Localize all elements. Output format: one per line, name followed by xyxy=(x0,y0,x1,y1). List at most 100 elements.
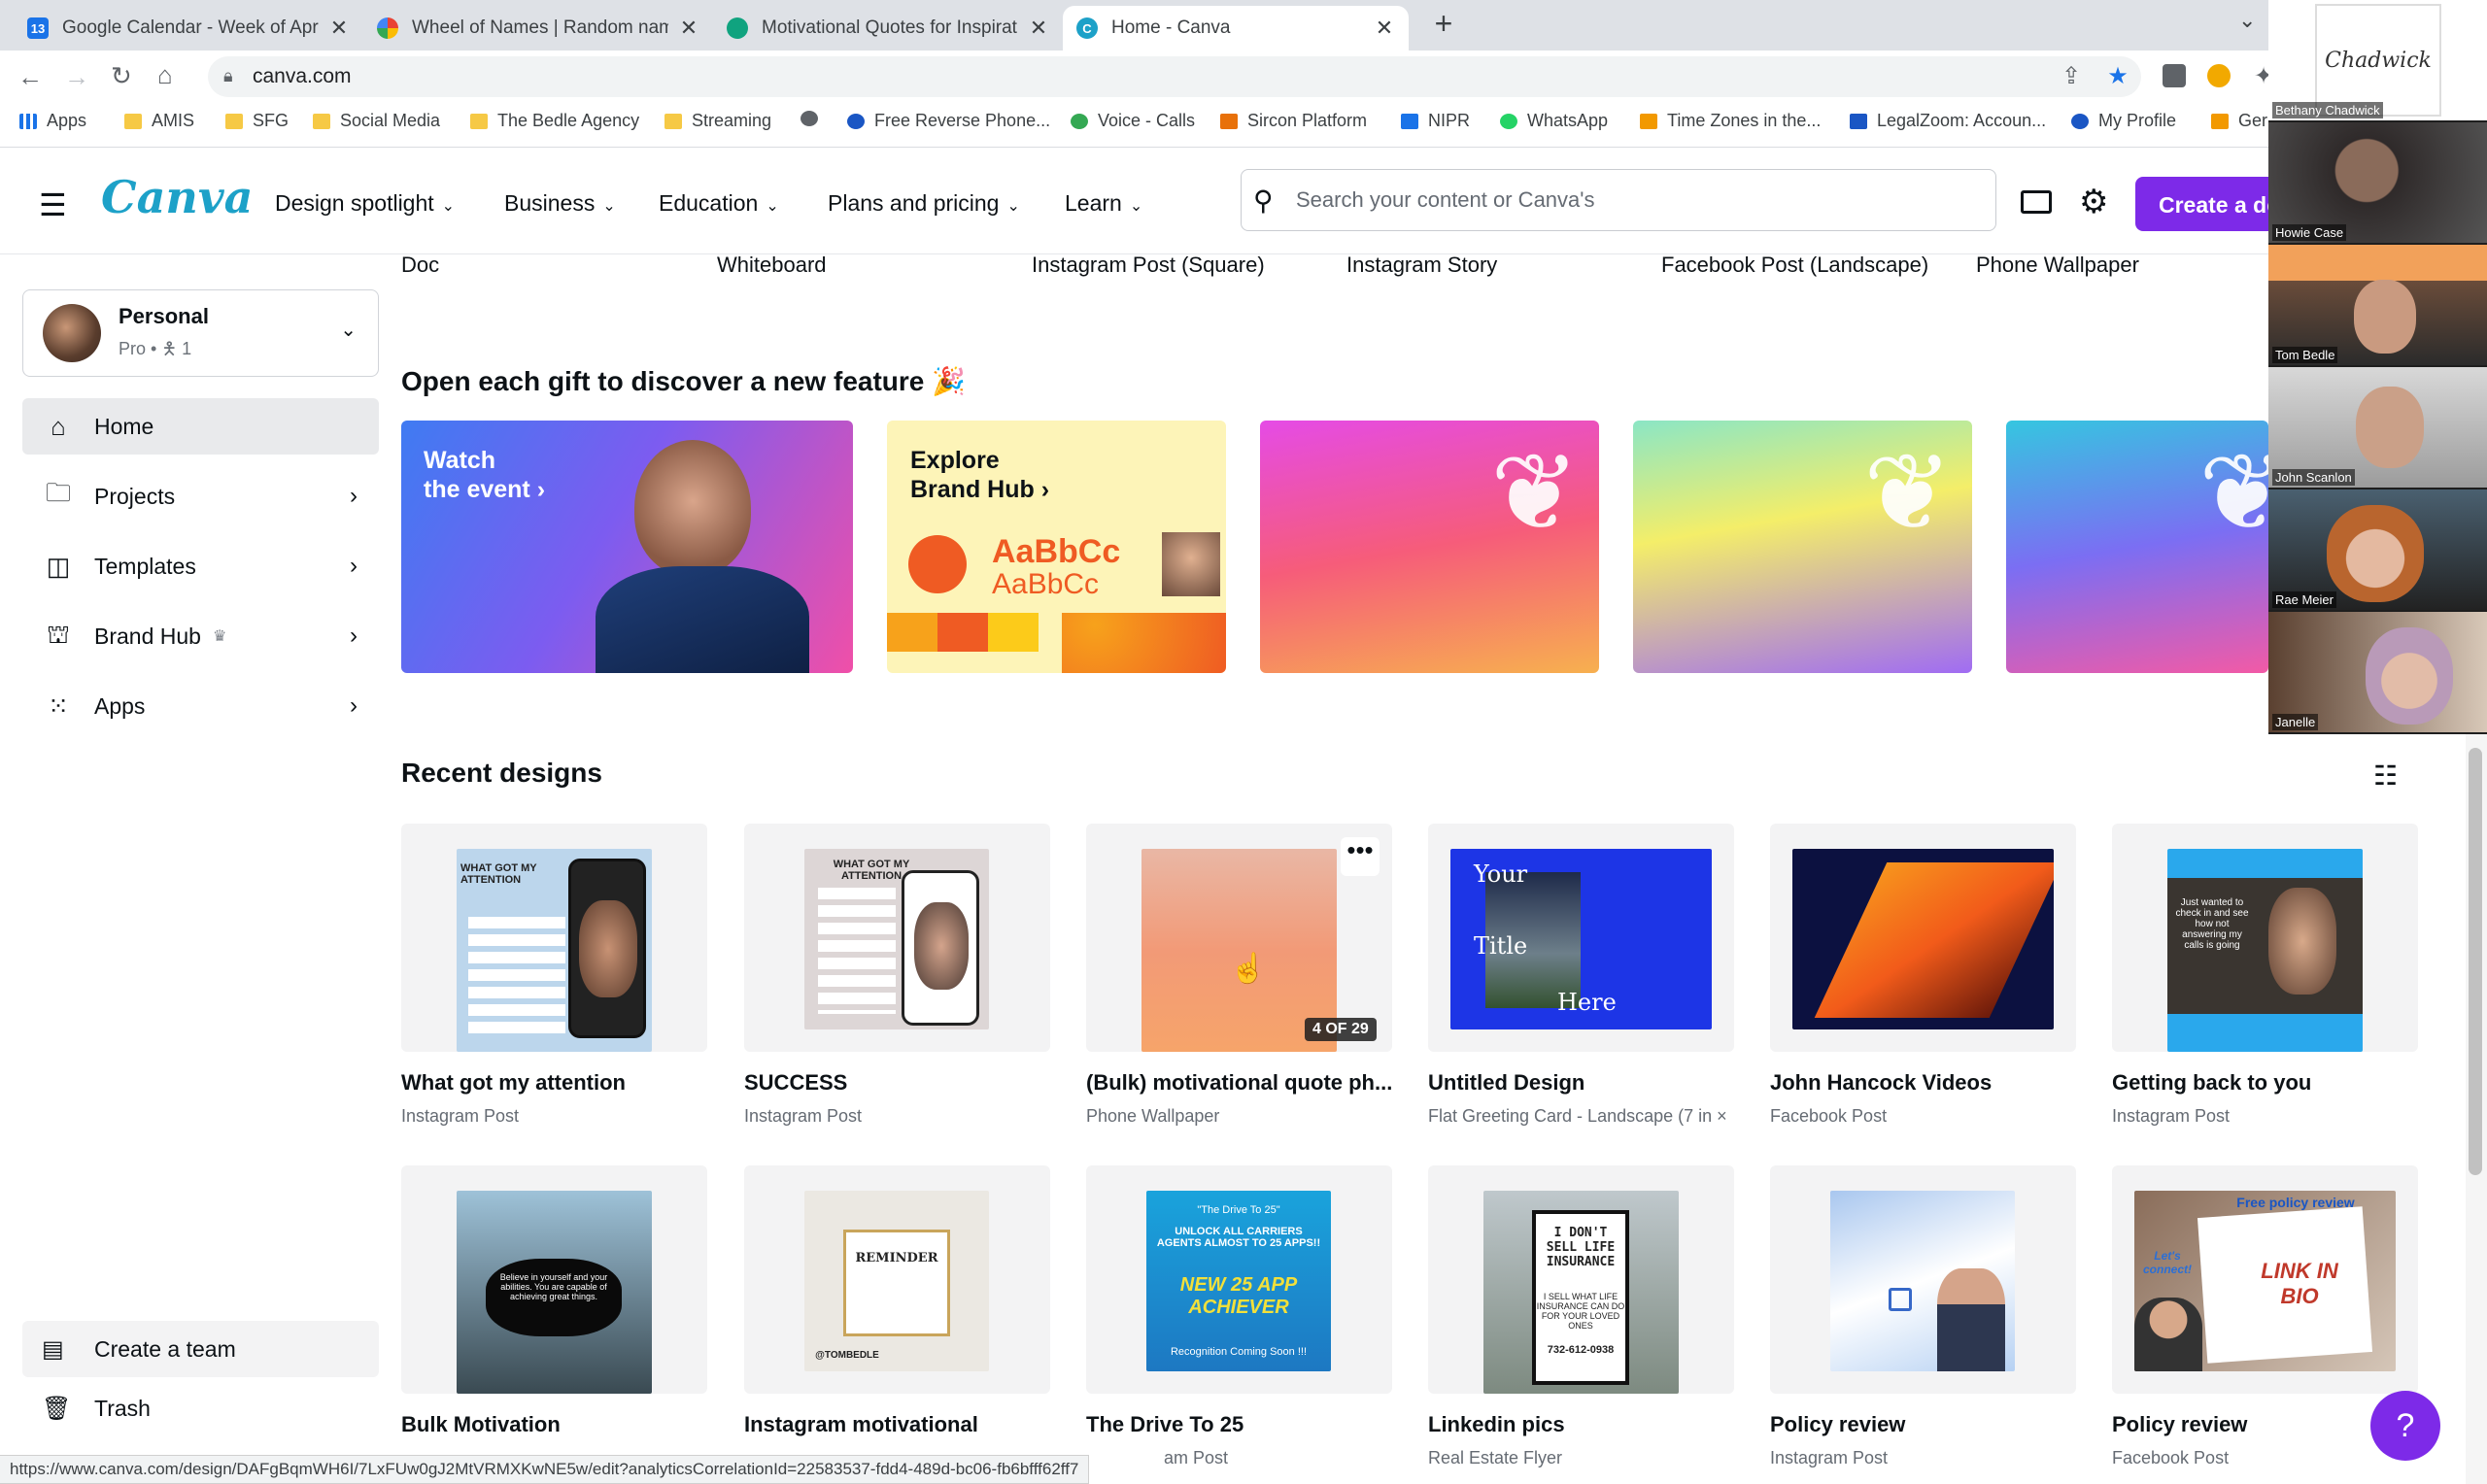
participant-tile[interactable]: Howie Case xyxy=(2268,122,2487,243)
design-title[interactable]: John Hancock Videos xyxy=(1770,1070,2076,1096)
bookmark-voice[interactable]: Voice - Calls xyxy=(1071,111,1195,131)
trash-button[interactable]: 🗑︎ Trash xyxy=(22,1383,379,1433)
design-card[interactable]: WHAT GOT MY ATTENTION xyxy=(401,824,707,1052)
design-card[interactable] xyxy=(1770,824,2076,1052)
bookmark-streaming[interactable]: Streaming xyxy=(664,111,771,131)
honey-extension-icon[interactable] xyxy=(2207,64,2231,87)
bookmark-amis[interactable]: AMIS xyxy=(124,111,194,131)
forward-icon[interactable]: → xyxy=(64,62,89,92)
design-type-instagram-story[interactable]: Instagram Story xyxy=(1346,253,1497,278)
account-switcher[interactable]: Personal Pro • 🯅 1 ⌄ xyxy=(22,289,379,377)
sidebar-item-templates[interactable]: ◫ Templates › xyxy=(22,538,379,594)
nav-design-spotlight[interactable]: Design spotlight ⌄ xyxy=(275,190,455,217)
search-input[interactable] xyxy=(1296,183,1976,218)
explore-brand-hub-card[interactable]: Explore Brand Hub › AaBbCc AaBbCc xyxy=(887,421,1226,673)
new-tab-button[interactable]: + xyxy=(1424,6,1463,42)
sidebar-item-projects[interactable]: 🗀 Projects › xyxy=(22,468,379,524)
watch-event-card[interactable]: Watch the event › xyxy=(401,421,853,673)
design-title[interactable]: Policy review xyxy=(1770,1412,2076,1437)
bookmark-sfg[interactable]: SFG xyxy=(225,111,289,131)
design-title[interactable]: Instagram motivational xyxy=(744,1412,1050,1437)
design-title[interactable]: (Bulk) motivational quote ph... xyxy=(1086,1070,1392,1096)
canva-logo[interactable]: Canva xyxy=(101,171,253,223)
bookmark-my-profile[interactable]: My Profile xyxy=(2071,111,2176,131)
design-title[interactable]: Untitled Design xyxy=(1428,1070,1734,1096)
desktop-app-icon[interactable] xyxy=(2021,190,2052,214)
scrollbar-thumb[interactable] xyxy=(2469,748,2482,1175)
nav-business[interactable]: Business ⌄ xyxy=(504,190,616,217)
design-card[interactable]: WHAT GOT MY ATTENTION xyxy=(744,824,1050,1052)
participant-tile[interactable]: Tom Bedle xyxy=(2268,245,2487,365)
design-card[interactable]: "The Drive To 25" UNLOCK ALL CARRIERS AG… xyxy=(1086,1165,1392,1394)
design-title[interactable]: The Drive To 25 xyxy=(1086,1412,1392,1437)
design-card[interactable]: Just wanted to check in and see how not … xyxy=(2112,824,2418,1052)
design-card[interactable]: Free policy review LINK IN BIO Let's con… xyxy=(2112,1165,2418,1394)
design-card[interactable]: REMINDER @TOMBEDLE xyxy=(744,1165,1050,1394)
design-title[interactable]: What got my attention xyxy=(401,1070,707,1096)
url-text[interactable]: canva.com xyxy=(253,65,352,88)
bookmark-nipr[interactable]: NIPR xyxy=(1401,111,1470,131)
sidebar-item-brand-hub[interactable]: ⛫ Brand Hub ♛ › xyxy=(22,608,379,664)
bookmark-bedle-agency[interactable]: The Bedle Agency xyxy=(470,111,639,131)
participant-tile[interactable]: Janelle xyxy=(2268,612,2487,732)
gift-card-3[interactable]: ❦ xyxy=(2006,421,2268,673)
create-design-button[interactable]: Create a de xyxy=(2135,177,2291,231)
sidebar-item-home[interactable]: ⌂ Home xyxy=(22,398,379,455)
hamburger-menu-icon[interactable]: ☰ xyxy=(39,186,67,223)
create-team-button[interactable]: ▤ Create a team xyxy=(22,1321,379,1377)
help-button[interactable]: ? xyxy=(2370,1391,2440,1461)
bookmark-whatsapp[interactable]: WhatsApp xyxy=(1500,111,1608,131)
design-type-instagram-post[interactable]: Instagram Post (Square) xyxy=(1032,253,1265,278)
design-type-facebook-post[interactable]: Facebook Post (Landscape) xyxy=(1661,253,1928,278)
participant-tile[interactable]: Chadwick Bethany Chadwick xyxy=(2268,0,2487,120)
gift-card-2[interactable]: ❦ xyxy=(1633,421,1972,673)
bookmark-social-media[interactable]: Social Media xyxy=(313,111,440,131)
design-card[interactable]: I DON'T SELL LIFE INSURANCE I SELL WHAT … xyxy=(1428,1165,1734,1394)
reload-icon[interactable]: ↻ xyxy=(111,61,132,91)
bookmark-star-icon[interactable]: ★ xyxy=(2104,62,2131,89)
close-tab-icon[interactable]: ✕ xyxy=(678,16,699,41)
tab-wheel-of-names[interactable]: Wheel of Names | Random name ✕ xyxy=(363,6,713,51)
design-card[interactable] xyxy=(1770,1165,2076,1394)
nav-learn[interactable]: Learn ⌄ xyxy=(1065,190,1142,217)
tab-home-canva[interactable]: C Home - Canva ✕ xyxy=(1063,6,1409,51)
lock-icon[interactable]: 🔒︎ xyxy=(223,66,233,86)
tab-google-calendar[interactable]: 13 Google Calendar - Week of April ✕ xyxy=(14,6,363,51)
design-card[interactable]: Believe in yourself and your abilities. … xyxy=(401,1165,707,1394)
design-type-doc[interactable]: Doc xyxy=(401,253,439,278)
chevron-down-icon[interactable]: ⌄ xyxy=(2238,8,2256,33)
nav-plans-pricing[interactable]: Plans and pricing ⌄ xyxy=(828,190,1020,217)
more-options-icon[interactable]: ••• xyxy=(1341,837,1380,876)
participant-tile[interactable]: John Scanlon xyxy=(2268,367,2487,488)
share-icon[interactable]: ⇪ xyxy=(2058,62,2085,89)
bookmark-legalzoom[interactable]: LegalZoom: Accoun... xyxy=(1850,111,2046,131)
design-type-phone-wallpaper[interactable]: Phone Wallpaper xyxy=(1976,253,2139,278)
gift-card-1[interactable]: ❦ xyxy=(1260,421,1599,673)
close-tab-icon[interactable]: ✕ xyxy=(328,16,350,41)
bookmark-globe[interactable] xyxy=(801,111,828,126)
bookmark-sircon[interactable]: Sircon Platform xyxy=(1220,111,1367,131)
gear-icon[interactable]: ⚙ xyxy=(2079,183,2108,221)
design-type-whiteboard[interactable]: Whiteboard xyxy=(717,253,827,278)
design-title[interactable]: Bulk Motivation xyxy=(401,1412,707,1437)
design-title[interactable]: Linkedin pics xyxy=(1428,1412,1734,1437)
design-card[interactable]: ••• 4 OF 29 ☝ xyxy=(1086,824,1392,1052)
close-tab-icon[interactable]: ✕ xyxy=(1374,16,1395,41)
bookmark-apps[interactable]: Apps xyxy=(19,111,86,131)
sidebar-item-apps[interactable]: ⁙ Apps › xyxy=(22,678,379,734)
address-bar[interactable] xyxy=(208,56,2141,97)
nav-education[interactable]: Education ⌄ xyxy=(659,190,779,217)
bookmark-reverse-phone[interactable]: Free Reverse Phone... xyxy=(847,111,1050,131)
back-icon[interactable]: ← xyxy=(17,62,43,92)
bookmark-more[interactable]: Ger xyxy=(2211,111,2267,131)
list-view-icon[interactable]: ☷ xyxy=(2373,759,2398,792)
design-title[interactable]: SUCCESS xyxy=(744,1070,1050,1096)
close-tab-icon[interactable]: ✕ xyxy=(1028,16,1049,41)
tab-motivational-quotes[interactable]: Motivational Quotes for Inspirati ✕ xyxy=(713,6,1063,51)
participant-tile[interactable]: Rae Meier xyxy=(2268,489,2487,610)
design-title[interactable]: Getting back to you xyxy=(2112,1070,2418,1096)
home-icon[interactable]: ⌂ xyxy=(157,60,173,90)
bookmark-time-zones[interactable]: Time Zones in the... xyxy=(1640,111,1821,131)
extension-icon[interactable] xyxy=(2163,64,2186,87)
design-card[interactable]: Your Title Here xyxy=(1428,824,1734,1052)
